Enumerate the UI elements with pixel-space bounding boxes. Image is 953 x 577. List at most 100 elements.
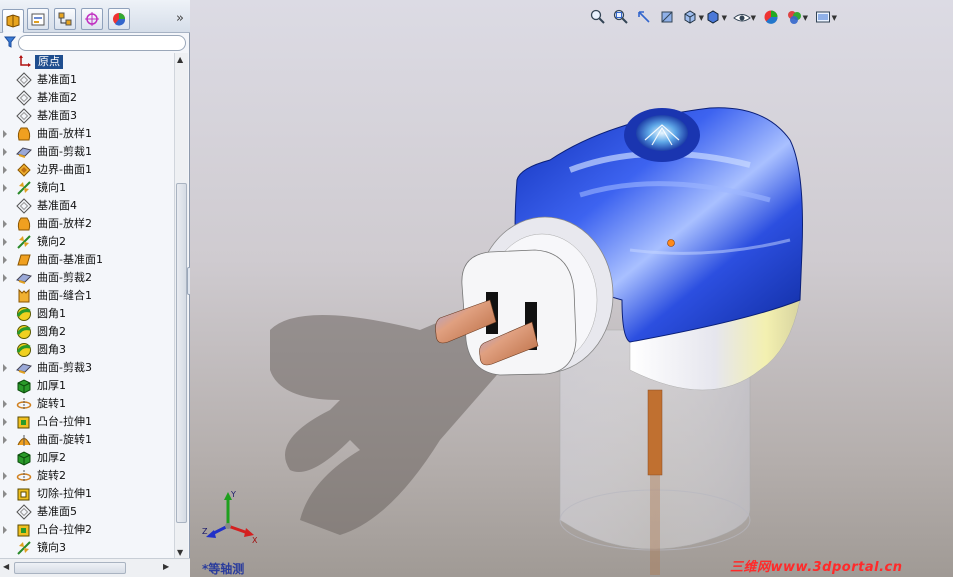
expand-arrow-icon[interactable] (3, 436, 7, 444)
expand-arrow-icon[interactable] (3, 238, 7, 246)
tree-item[interactable]: 曲面-旋转1 (0, 431, 174, 449)
revolve-icon (16, 396, 33, 412)
tree-item[interactable]: 镜向3 (0, 539, 174, 557)
tree-item-label: 加厚2 (37, 451, 66, 464)
hide-show-items-button[interactable]: ▼ (732, 8, 756, 27)
plug-model[interactable] (190, 0, 953, 577)
feature-manager-tab[interactable] (2, 9, 24, 33)
tree-item[interactable]: 原点 (0, 53, 174, 71)
tree-item[interactable]: 圆角1 (0, 305, 174, 323)
apply-scene-icon (787, 11, 801, 24)
cut-extrude-icon (16, 486, 33, 502)
tree-item[interactable]: 凸台-拉伸1 (0, 413, 174, 431)
tree-item[interactable]: 曲面-剪裁3 (0, 359, 174, 377)
tree-item[interactable]: 曲面-基准面1 (0, 251, 174, 269)
zoom-to-fit-button[interactable] (588, 8, 607, 27)
tree-item[interactable]: 凸台-拉伸2 (0, 521, 174, 539)
tree-item-label: 曲面-放样2 (37, 217, 92, 230)
tree-item[interactable]: 基准面3 (0, 107, 174, 125)
surface-trim-icon (16, 270, 33, 286)
tree-item[interactable]: 曲面-放样1 (0, 125, 174, 143)
filter-bar (0, 34, 190, 52)
edit-appearance-button[interactable] (761, 8, 780, 27)
expand-arrow-icon[interactable] (3, 256, 7, 264)
tree-item[interactable]: 镜向1 (0, 179, 174, 197)
expand-arrow-icon[interactable] (3, 472, 7, 480)
tree-item[interactable]: 旋转1 (0, 395, 174, 413)
tree-item[interactable]: 加厚2 (0, 449, 174, 467)
tree-item[interactable]: 加厚1 (0, 377, 174, 395)
tree-item[interactable]: 曲面-缝合1 (0, 287, 174, 305)
tree-item-label: 镜向3 (37, 541, 66, 554)
display-manager-icon (113, 13, 126, 26)
graphics-viewport[interactable]: ▼ ▼ ▼ ▼ ▼ Y X Z *等轴测 三维网www.3dportal.cn (190, 0, 953, 577)
plane-icon (16, 72, 33, 88)
view-settings-button[interactable]: ▼ (813, 8, 837, 27)
apply-scene-button[interactable]: ▼ (784, 8, 808, 27)
tree-vertical-scrollbar[interactable]: ▲ ▼ (174, 53, 188, 558)
horizontal-scroll-thumb[interactable] (14, 562, 126, 574)
tree-item[interactable]: 基准面5 (0, 503, 174, 521)
tree-item-label: 凸台-拉伸1 (37, 415, 92, 428)
dropdown-arrow-icon[interactable]: ▼ (803, 14, 808, 22)
display-style-button[interactable]: ▼ (703, 8, 727, 27)
scroll-left-icon[interactable]: ◀ (3, 562, 9, 571)
expand-arrow-icon[interactable] (3, 166, 7, 174)
zoom-to-area-button[interactable] (611, 8, 630, 27)
tree-item-label: 曲面-旋转1 (37, 433, 92, 446)
tree-item[interactable]: 镜向2 (0, 233, 174, 251)
scroll-right-icon[interactable]: ▶ (163, 562, 169, 571)
tree-item[interactable]: 曲面-剪裁2 (0, 269, 174, 287)
tree-item-label: 镜向2 (37, 235, 66, 248)
tree-item-label: 曲面-放样1 (37, 127, 92, 140)
wick-rod (647, 389, 663, 476)
previous-view-button[interactable] (634, 8, 653, 27)
expand-arrow-icon[interactable] (3, 274, 7, 282)
dimxpert-manager-tab[interactable] (81, 8, 103, 30)
tree-horizontal-scrollbar[interactable]: ◀ ▶ (0, 558, 190, 577)
expand-arrow-icon[interactable] (3, 364, 7, 372)
expand-arrow-icon[interactable] (3, 526, 7, 534)
tree-item[interactable]: 旋转2 (0, 467, 174, 485)
triad-x-label: X (252, 536, 258, 545)
tree-item[interactable]: 圆角2 (0, 323, 174, 341)
expand-arrow-icon[interactable] (3, 130, 7, 138)
display-manager-tab[interactable] (108, 8, 130, 30)
expand-arrow-icon[interactable] (3, 400, 7, 408)
configuration-manager-icon (58, 12, 72, 26)
expand-arrow-icon[interactable] (3, 184, 7, 192)
tree-item[interactable]: 圆角3 (0, 341, 174, 359)
scroll-down-icon[interactable]: ▼ (177, 548, 183, 557)
expand-arrow-icon[interactable] (3, 220, 7, 228)
tree-item[interactable]: 基准面2 (0, 89, 174, 107)
mirror-icon (16, 180, 33, 196)
tree-item[interactable]: 切除-拉伸1 (0, 485, 174, 503)
expand-arrow-icon[interactable] (3, 148, 7, 156)
expand-arrow-icon[interactable] (3, 490, 7, 498)
tree-item[interactable]: 基准面4 (0, 197, 174, 215)
watermark-text: 三维网www.3dportal.cn (730, 560, 903, 575)
dropdown-arrow-icon[interactable]: ▼ (832, 14, 837, 22)
tree-item-label: 基准面2 (37, 91, 77, 104)
view-orientation-button[interactable]: ▼ (680, 8, 704, 27)
filter-icon[interactable] (4, 36, 16, 48)
surface-trim-icon (16, 144, 33, 160)
property-manager-tab[interactable] (27, 8, 49, 30)
filter-input[interactable] (18, 35, 186, 51)
expand-panel-button[interactable]: » (176, 11, 184, 26)
dropdown-arrow-icon[interactable]: ▼ (751, 14, 756, 22)
tree-item[interactable]: 边界-曲面1 (0, 161, 174, 179)
scroll-thumb[interactable] (176, 183, 187, 523)
panel-tab-bar: » (0, 0, 190, 33)
configuration-manager-tab[interactable] (54, 8, 76, 30)
tree-item[interactable]: 基准面1 (0, 71, 174, 89)
scroll-up-icon[interactable]: ▲ (177, 55, 183, 64)
dropdown-arrow-icon[interactable]: ▼ (722, 14, 727, 22)
section-view-button[interactable] (657, 8, 676, 27)
tree-item[interactable]: 曲面-剪裁1 (0, 143, 174, 161)
tree-item-label: 基准面3 (37, 109, 77, 122)
tree-item[interactable]: 曲面-放样2 (0, 215, 174, 233)
fillet-icon (16, 306, 33, 322)
expand-arrow-icon[interactable] (3, 418, 7, 426)
plane-icon (16, 198, 33, 214)
